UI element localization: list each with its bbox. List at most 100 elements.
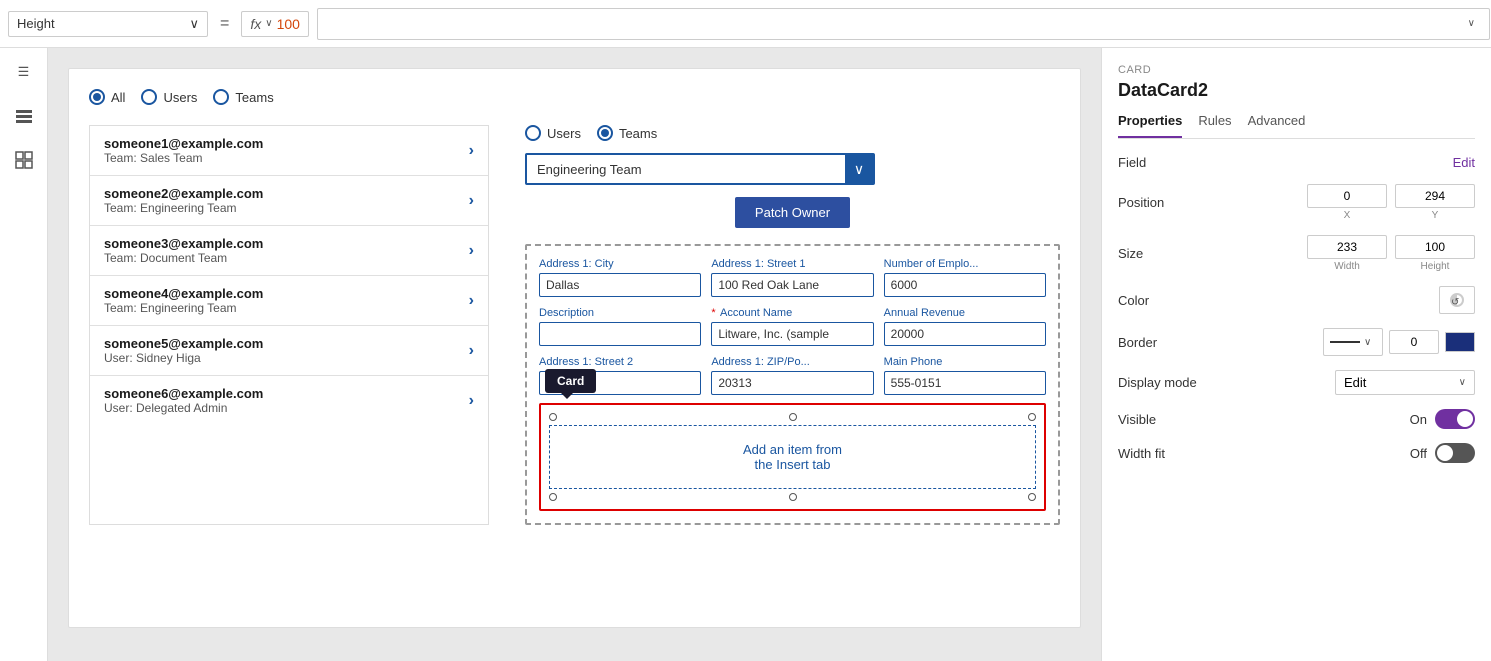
prop-visible-toggle-group: On: [1410, 409, 1475, 429]
radio-all[interactable]: All: [89, 89, 125, 105]
user-chevron-3: ›: [469, 242, 474, 260]
user-chevron-2: ›: [469, 192, 474, 210]
prop-card-label: CARD: [1118, 64, 1475, 76]
prop-color-row: Color ↺: [1118, 286, 1475, 314]
user-email-3: someone3@example.com: [104, 236, 263, 251]
card-tooltip: Card: [545, 369, 596, 393]
user-team-2: Team: Engineering Team: [104, 201, 263, 215]
prop-border-group: ∨: [1323, 328, 1475, 356]
field-revenue: Annual Revenue: [884, 307, 1046, 346]
prop-position-label: Position: [1118, 195, 1164, 210]
main-layout: ☰ All Users Teams: [0, 48, 1491, 661]
radio-teams-panel-label: Teams: [619, 126, 657, 141]
prop-size-width[interactable]: [1307, 235, 1387, 259]
radio-teams[interactable]: Teams: [213, 89, 273, 105]
user-email-4: someone4@example.com: [104, 286, 263, 301]
radio-users-panel[interactable]: Users: [525, 125, 581, 141]
form-area: Address 1: City Address 1: Street 1 Numb…: [525, 244, 1060, 525]
user-chevron-5: ›: [469, 342, 474, 360]
prop-size-height-label: Height: [1421, 261, 1450, 272]
prop-size-row: Size Width Height: [1118, 235, 1475, 272]
prop-widthfit-off-label: Off: [1410, 446, 1427, 461]
list-item[interactable]: someone2@example.com Team: Engineering T…: [90, 176, 488, 226]
prop-border-style[interactable]: ∨: [1323, 328, 1383, 356]
field-description-label: Description: [539, 307, 701, 319]
field-city-input[interactable]: [539, 273, 701, 297]
display-mode-chevron: ∨: [1459, 377, 1466, 388]
card-selected-area[interactable]: Card Add an item fromthe Insert: [539, 403, 1046, 511]
radio-users[interactable]: Users: [141, 89, 197, 105]
field-employees-input[interactable]: [884, 273, 1046, 297]
handle-dot-tc[interactable]: [789, 413, 797, 421]
prop-widthfit-toggle[interactable]: [1435, 443, 1475, 463]
radio-teams-panel[interactable]: Teams: [597, 125, 657, 141]
user-info-6: someone6@example.com User: Delegated Adm…: [104, 386, 263, 415]
radio-teams-label: Teams: [235, 90, 273, 105]
list-item[interactable]: someone4@example.com Team: Engineering T…: [90, 276, 488, 326]
card-placeholder: Add an item fromthe Insert tab: [549, 425, 1036, 489]
handle-dot-br[interactable]: [1028, 493, 1036, 501]
prop-visible-on-label: On: [1410, 412, 1427, 427]
field-description-input[interactable]: [539, 322, 701, 346]
field-revenue-input[interactable]: [884, 322, 1046, 346]
prop-position-x-label: X: [1344, 210, 1351, 221]
prop-position-inputs: X Y: [1307, 184, 1475, 221]
handle-dot-tr[interactable]: [1028, 413, 1036, 421]
field-phone-input[interactable]: [884, 371, 1046, 395]
svg-text:↺: ↺: [1451, 297, 1459, 308]
height-selector[interactable]: Height ∨: [8, 11, 208, 37]
prop-display-mode-dropdown[interactable]: Edit ∨: [1335, 370, 1475, 395]
handle-dot-bl[interactable]: [549, 493, 557, 501]
prop-size-height[interactable]: [1395, 235, 1475, 259]
prop-display-mode-label: Display mode: [1118, 375, 1197, 390]
prop-border-color-swatch[interactable]: [1445, 332, 1475, 352]
layers-icon[interactable]: [12, 104, 36, 128]
user-chevron-1: ›: [469, 142, 474, 160]
handle-dot-bc[interactable]: [789, 493, 797, 501]
prop-size-width-group: Width: [1307, 235, 1387, 272]
team-dropdown-btn[interactable]: ∨: [845, 155, 873, 183]
field-account-input[interactable]: [711, 322, 873, 346]
prop-field-label: Field: [1118, 155, 1146, 170]
list-item[interactable]: someone6@example.com User: Delegated Adm…: [90, 376, 488, 425]
list-item[interactable]: someone3@example.com Team: Document Team…: [90, 226, 488, 276]
team-dropdown[interactable]: Engineering Team ∨: [525, 153, 875, 185]
field-zip-input[interactable]: [711, 371, 873, 395]
grid-icon[interactable]: [12, 148, 36, 172]
team-dropdown-value: Engineering Team: [537, 162, 642, 177]
user-info-2: someone2@example.com Team: Engineering T…: [104, 186, 263, 215]
handle-dot-tl[interactable]: [549, 413, 557, 421]
field-phone: Main Phone: [884, 356, 1046, 395]
prop-visible-row: Visible On: [1118, 409, 1475, 429]
prop-edit-link[interactable]: Edit: [1453, 155, 1475, 170]
field-description: Description: [539, 307, 701, 346]
formula-bar[interactable]: fx ∨ 100: [241, 11, 309, 37]
fx-icon: fx: [250, 16, 261, 32]
tab-advanced[interactable]: Advanced: [1248, 113, 1306, 138]
prop-size-width-label: Width: [1334, 261, 1360, 272]
list-item[interactable]: someone5@example.com User: Sidney Higa ›: [90, 326, 488, 376]
height-label: Height: [17, 16, 55, 31]
sidebar-icons: ☰: [0, 48, 48, 661]
prop-position-x[interactable]: [1307, 184, 1387, 208]
prop-border-value[interactable]: [1389, 330, 1439, 354]
hamburger-icon[interactable]: ☰: [12, 60, 36, 84]
field-employees: Number of Emplo...: [884, 258, 1046, 297]
patch-owner-button[interactable]: Patch Owner: [735, 197, 850, 228]
list-item[interactable]: someone1@example.com Team: Sales Team ›: [90, 126, 488, 176]
field-city-label: Address 1: City: [539, 258, 701, 270]
prop-color-btn[interactable]: ↺: [1439, 286, 1475, 314]
tab-rules[interactable]: Rules: [1198, 113, 1231, 138]
fx-chevron-icon: ∨: [265, 18, 272, 29]
field-street1-input[interactable]: [711, 273, 873, 297]
user-team-4: Team: Engineering Team: [104, 301, 263, 315]
prop-position-x-group: X: [1307, 184, 1387, 221]
prop-border-label: Border: [1118, 335, 1157, 350]
prop-position-y[interactable]: [1395, 184, 1475, 208]
formula-input[interactable]: [317, 8, 1490, 40]
tab-properties[interactable]: Properties: [1118, 113, 1182, 138]
prop-size-label: Size: [1118, 246, 1143, 261]
prop-visible-toggle[interactable]: [1435, 409, 1475, 429]
user-team-3: Team: Document Team: [104, 251, 263, 265]
radio-teams-circle: [213, 89, 229, 105]
